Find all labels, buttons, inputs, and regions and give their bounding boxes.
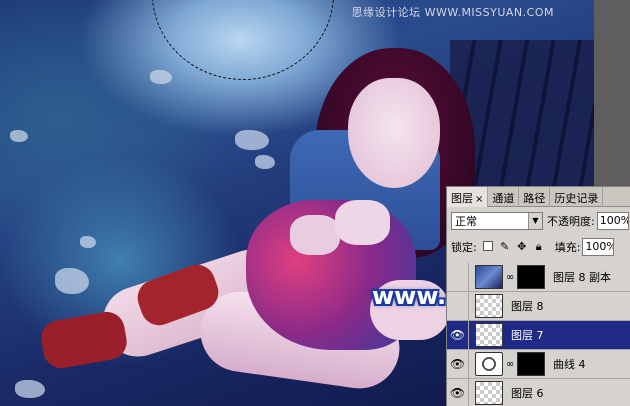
leaf — [55, 268, 89, 294]
layers-panel: 图层 × 通道 路径 历史记录 正常 ▼ 不透明度: 100% 锁定: ✎ ✥ 🔒… — [446, 186, 630, 406]
layer-row-6[interactable]: 👁︎ 图层 6 — [447, 378, 630, 406]
layer-name: 曲线 4 — [553, 358, 586, 371]
tab-label: 路径 — [523, 192, 546, 205]
visibility-toggle[interactable] — [447, 262, 469, 292]
layer-mask-thumbnail[interactable] — [517, 265, 545, 289]
face — [348, 78, 440, 188]
fill-input[interactable]: 100% — [582, 238, 615, 256]
fill-label: 填充: — [554, 241, 581, 254]
lock-row: 锁定: ✎ ✥ 🔒︎ 填充: 100% — [451, 237, 615, 257]
blend-row: 正常 ▼ 不透明度: 100% — [451, 211, 629, 231]
close-icon[interactable]: × — [475, 194, 483, 205]
boot — [38, 309, 130, 371]
layer-thumbnail — [475, 381, 503, 405]
leaf — [80, 236, 96, 248]
opacity-label: 不透明度: — [547, 215, 595, 228]
leaf — [10, 130, 28, 142]
adjustment-layer-icon — [475, 352, 503, 376]
lock-transparent-pixels-icon[interactable] — [482, 241, 494, 253]
eye-icon[interactable]: 👁︎ — [447, 320, 469, 350]
layer-name: 图层 8 副本 — [553, 271, 611, 284]
layer-row-8-copy[interactable]: ∞ 图层 8 副本 — [447, 262, 630, 292]
hand — [290, 215, 340, 255]
panel-tabs: 图层 × 通道 路径 历史记录 — [447, 187, 630, 207]
leaf — [235, 130, 269, 150]
tab-label: 图层 — [451, 192, 473, 205]
tab-paths[interactable]: 路径 — [519, 187, 551, 207]
chain-link-icon: ∞ — [505, 358, 515, 370]
layer-thumbnail — [475, 294, 503, 318]
tab-history[interactable]: 历史记录 — [550, 187, 604, 207]
leaf — [255, 155, 275, 169]
lock-all-icon[interactable]: 🔒︎ — [533, 241, 545, 253]
layer-mask-thumbnail[interactable] — [517, 352, 545, 376]
layer-thumbnail — [475, 265, 503, 289]
workspace-background — [594, 0, 630, 186]
opacity-input[interactable]: 100% — [596, 212, 629, 230]
leaf — [150, 70, 172, 84]
hand — [335, 200, 390, 245]
watermark-top: 思缘设计论坛 WWW.MISSYUAN.COM — [351, 6, 554, 19]
tab-label: 通道 — [492, 192, 515, 205]
layer-name: 图层 8 — [511, 300, 544, 313]
lock-label: 锁定: — [451, 241, 477, 254]
eye-icon[interactable]: 👁︎ — [447, 349, 469, 379]
layer-row-7[interactable]: 👁︎ 图层 7 — [447, 320, 630, 350]
layer-row-curves-4[interactable]: 👁︎ ∞ 曲线 4 — [447, 349, 630, 379]
lock-position-icon[interactable]: ✥ — [516, 241, 528, 253]
chain-link-icon: ∞ — [505, 271, 515, 283]
blend-mode-select[interactable]: 正常 ▼ — [451, 212, 543, 230]
leaf — [15, 380, 45, 398]
chevron-down-icon: ▼ — [528, 213, 542, 229]
visibility-toggle[interactable] — [447, 291, 469, 321]
tab-channels[interactable]: 通道 — [488, 187, 520, 207]
blend-mode-value: 正常 — [455, 215, 477, 228]
lock-image-pixels-icon[interactable]: ✎ — [499, 241, 511, 253]
layer-name: 图层 7 — [511, 329, 544, 342]
layer-name: 图层 6 — [511, 387, 544, 400]
elliptical-selection-marquee[interactable] — [152, 0, 334, 80]
layer-row-8[interactable]: 图层 8 — [447, 291, 630, 321]
tab-layers[interactable]: 图层 × — [447, 187, 489, 207]
layer-list: ∞ 图层 8 副本 图层 8 👁︎ 图层 7 👁︎ ∞ 曲线 4 👁︎ 图层 6 — [447, 262, 630, 406]
layer-thumbnail — [475, 323, 503, 347]
eye-icon[interactable]: 👁︎ — [447, 378, 469, 406]
tab-label: 历史记录 — [554, 192, 599, 205]
